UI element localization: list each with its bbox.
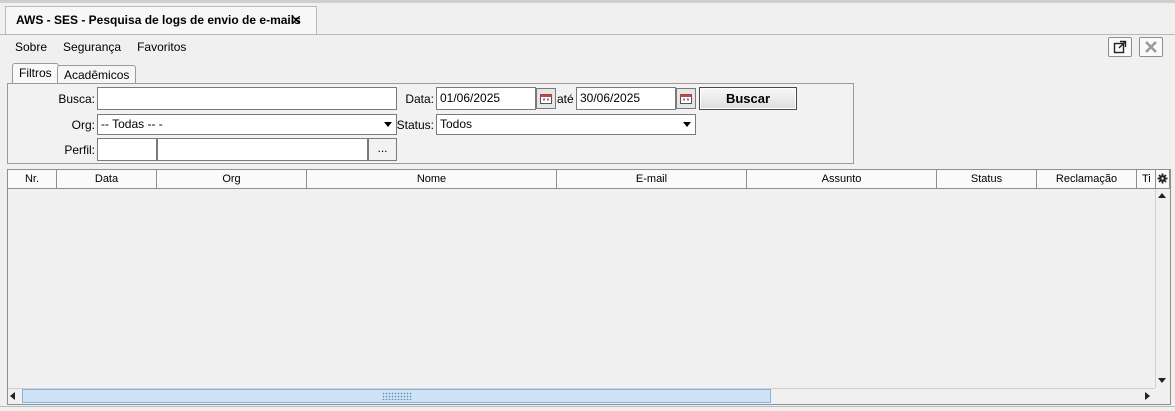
gear-icon [1157,173,1168,184]
org-label: Org: [71,118,95,132]
status-select-value: Todos [440,117,473,131]
tab-academicos[interactable]: Acadêmicos [57,65,137,84]
tab-filtros[interactable]: Filtros [12,63,59,84]
org-select-value: -- Todas -- - [101,117,163,131]
close-tab-icon[interactable]: ✕ [290,7,302,34]
popout-icon [1113,40,1127,54]
menu-sobre[interactable]: Sobre [6,38,47,56]
menu-seguranca[interactable]: Segurança [63,38,121,56]
busca-input[interactable] [97,87,397,110]
data-label: Data: [405,92,434,106]
close-icon [1145,41,1157,53]
busca-label: Busca: [58,92,95,106]
perfil-code-input[interactable] [97,138,157,161]
scroll-up-icon[interactable] [1158,193,1166,198]
menu-favoritos[interactable]: Favoritos [137,38,186,56]
ate-label: até [557,92,574,106]
perfil-name-input[interactable] [157,138,368,161]
menu-bar: Sobre Segurança Favoritos [6,38,186,56]
data-to-input[interactable]: 30/06/2025 [576,87,676,110]
column-header-org[interactable]: Org [157,170,307,189]
data-from-calendar-button[interactable] [536,88,556,109]
data-from-input[interactable]: 01/06/2025 [436,87,536,110]
org-select[interactable]: -- Todas -- - [97,114,397,135]
status-label: Status: [396,118,434,132]
column-header-nr[interactable]: Nr. [8,170,57,189]
scroll-grip-icon [382,392,412,400]
column-header-reclamacao[interactable]: Reclamação [1037,170,1137,189]
window-tab[interactable]: AWS - SES - Pesquisa de logs de envio de… [5,6,317,34]
column-header-email[interactable]: E-mail [557,170,747,189]
chevron-down-icon [683,122,691,127]
data-to-calendar-button[interactable] [676,88,696,109]
column-settings-button[interactable] [1155,170,1170,189]
status-bar [0,406,1175,411]
scroll-down-icon[interactable] [1158,378,1166,383]
column-header-assunto[interactable]: Assunto [747,170,937,189]
close-window-button[interactable] [1139,37,1163,57]
scroll-left-icon[interactable] [10,392,15,400]
perfil-label: Perfil: [64,143,95,157]
window-tab-title: AWS - SES - Pesquisa de logs de envio de… [16,13,301,27]
status-select[interactable]: Todos [436,114,696,135]
chevron-down-icon [384,122,392,127]
column-header-status[interactable]: Status [937,170,1037,189]
tab-academicos-label: Acadêmicos [64,68,130,82]
tab-filtros-label: Filtros [19,66,52,80]
vertical-scrollbar[interactable] [1155,189,1170,388]
scroll-right-icon[interactable] [1145,392,1150,400]
column-header-tipo[interactable]: Ti [1137,170,1155,189]
calendar-icon [680,93,692,104]
perfil-lookup-button[interactable]: ... [368,138,397,161]
column-header-data[interactable]: Data [57,170,157,189]
buscar-button[interactable]: Buscar [699,87,797,110]
calendar-icon [540,93,552,104]
column-header-nome[interactable]: Nome [307,170,557,189]
popout-button[interactable] [1108,37,1132,57]
grid-body [8,190,1155,388]
